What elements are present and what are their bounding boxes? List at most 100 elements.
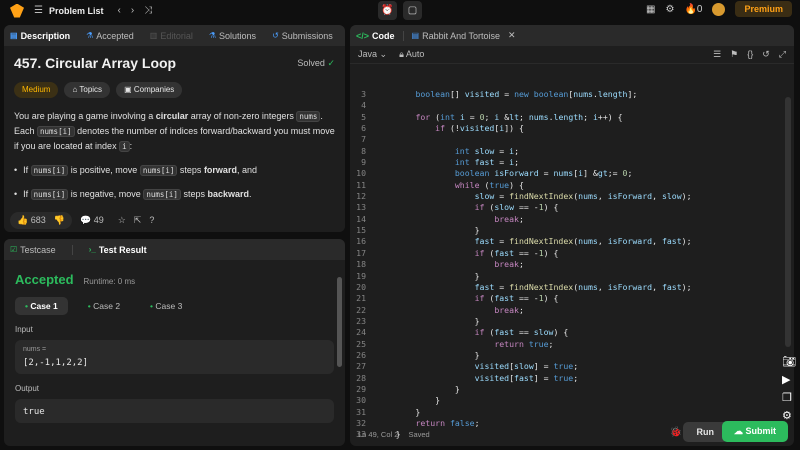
star-icon[interactable]: ☆ — [118, 215, 126, 226]
code-text[interactable]: fast = findNextIndex(nums, isForward, fa… — [376, 282, 692, 293]
code-line[interactable]: 26 } — [350, 350, 794, 361]
code-text[interactable]: boolean isForward = nums[i] &gt;= 0; — [376, 168, 633, 179]
share-icon[interactable]: ⇱ — [134, 215, 142, 226]
code-text[interactable]: break; — [376, 259, 524, 270]
code-text[interactable]: int slow = i; — [376, 146, 519, 157]
code-text[interactable]: } — [376, 271, 480, 282]
topics-chip[interactable]: ⌂ Topics — [64, 82, 111, 98]
code-line[interactable]: 16 fast = findNextIndex(nums, isForward,… — [350, 236, 794, 247]
shuffle-icon[interactable]: ⤨ — [144, 5, 152, 16]
code-line[interactable]: 27 visited[slow] = true; — [350, 361, 794, 372]
timer-button[interactable]: ⏰ — [378, 1, 397, 20]
code-line[interactable]: 18 break; — [350, 259, 794, 270]
like-button[interactable]: 👍 683 — [17, 215, 46, 226]
code-line[interactable]: 4 — [350, 100, 794, 111]
variable-value[interactable]: [2,-1,1,2,2] — [23, 358, 326, 368]
mode-toggle[interactable]: 🔒︎ Auto — [399, 49, 424, 60]
expand-icon[interactable]: ⤢ — [779, 49, 786, 60]
next-icon[interactable]: › — [131, 5, 134, 16]
tab-description[interactable]: ▤ Description — [10, 31, 70, 41]
streak[interactable]: 🔥0 — [684, 4, 702, 15]
code-line[interactable]: 9 int fast = i; — [350, 157, 794, 168]
code-text[interactable]: } — [376, 384, 460, 395]
code-line[interactable]: 10 boolean isForward = nums[i] &gt;= 0; — [350, 168, 794, 179]
tab-code[interactable]: </> Code — [356, 31, 395, 41]
code-line[interactable]: 7 — [350, 134, 794, 145]
tab-testcase[interactable]: ☑ Testcase — [10, 245, 56, 255]
code-text[interactable]: visited[fast] = true; — [376, 373, 579, 384]
code-text[interactable]: if (fast == slow) { — [376, 327, 569, 338]
code-line[interactable]: 22 break; — [350, 305, 794, 316]
braces-icon[interactable]: {} — [747, 49, 753, 60]
reset-icon[interactable]: ↺ — [762, 49, 770, 60]
code-text[interactable]: boolean[] visited = new boolean[nums.len… — [376, 89, 637, 100]
help-icon[interactable]: ? — [149, 215, 154, 225]
premium-button[interactable]: Premium — [735, 1, 792, 17]
code-line[interactable]: 20 fast = findNextIndex(nums, isForward,… — [350, 282, 794, 293]
code-line[interactable]: 8 int slow = i; — [350, 146, 794, 157]
output-value[interactable]: true — [23, 407, 326, 417]
tab-file[interactable]: ▤ Rabbit And Tortoise — [412, 31, 500, 41]
code-line[interactable]: 25 return true; — [350, 339, 794, 350]
case-tab-3[interactable]: • Case 3 — [140, 297, 192, 315]
close-icon[interactable]: ✕ — [508, 30, 516, 41]
code-line[interactable]: 28 visited[fast] = true; — [350, 373, 794, 384]
video-icon[interactable]: ▶ — [782, 373, 796, 386]
code-text[interactable]: if (fast == -1) { — [376, 248, 559, 259]
code-text[interactable]: } — [376, 225, 480, 236]
problem-title[interactable]: 457. Circular Array Loop — [14, 56, 176, 71]
copy-icon[interactable]: ❐ — [782, 391, 796, 404]
tab-solutions[interactable]: ⚗ Solutions — [209, 31, 256, 41]
code-text[interactable]: } — [376, 395, 440, 406]
tab-test-result[interactable]: ›_ Test Result — [89, 245, 147, 255]
code-line[interactable]: 6 if (!visited[i]) { — [350, 123, 794, 134]
code-text[interactable]: int fast = i; — [376, 157, 519, 168]
code-text[interactable]: for (int i = 0; i &lt; nums.length; i++)… — [376, 112, 622, 123]
code-line[interactable]: 23 } — [350, 316, 794, 327]
code-text[interactable]: if (!visited[i]) { — [376, 123, 524, 134]
tab-accepted[interactable]: ⚗ Accepted — [86, 31, 134, 41]
list-icon[interactable]: ☰ — [34, 5, 43, 16]
code-text[interactable]: break; — [376, 214, 524, 225]
code-line[interactable]: 11 while (true) { — [350, 180, 794, 191]
code-text[interactable]: return true; — [376, 339, 553, 350]
code-line[interactable]: 13 if (slow == -1) { — [350, 202, 794, 213]
comments-button[interactable]: 💬 49 — [80, 215, 104, 226]
problem-list-link[interactable]: Problem List — [49, 6, 104, 16]
code-text[interactable]: } — [376, 316, 480, 327]
code-text[interactable]: break; — [376, 305, 524, 316]
editor-scrollbar[interactable] — [785, 97, 791, 347]
logo-icon[interactable] — [10, 3, 24, 18]
bookmark-icon[interactable]: ⚑ — [730, 49, 738, 60]
code-line[interactable]: 3 boolean[] visited = new boolean[nums.l… — [350, 89, 794, 100]
code-editor[interactable]: 3 boolean[] visited = new boolean[nums.l… — [350, 89, 794, 441]
code-text[interactable]: slow = findNextIndex(nums, isForward, sl… — [376, 191, 692, 202]
code-line[interactable]: 15 } — [350, 225, 794, 236]
code-text[interactable]: if (fast == -1) { — [376, 293, 559, 304]
format-icon[interactable]: ☰ — [713, 49, 721, 60]
code-line[interactable]: 14 break; — [350, 214, 794, 225]
submit-button[interactable]: ☁ Submit — [721, 421, 788, 442]
code-line[interactable]: 24 if (fast == slow) { — [350, 327, 794, 338]
result-scrollbar[interactable] — [337, 277, 342, 367]
code-text[interactable]: fast = findNextIndex(nums, isForward, fa… — [376, 236, 692, 247]
code-line[interactable]: 5 for (int i = 0; i &lt; nums.length; i+… — [350, 112, 794, 123]
code-text[interactable]: visited[slow] = true; — [376, 361, 579, 372]
code-text[interactable]: while (true) { — [376, 180, 524, 191]
code-text[interactable]: } — [376, 350, 480, 361]
code-line[interactable]: 31 } — [350, 407, 794, 418]
code-line[interactable]: 21 if (fast == -1) { — [350, 293, 794, 304]
case-tab-1[interactable]: • Case 1 — [15, 297, 68, 315]
tab-submissions[interactable]: ↺ Submissions — [272, 31, 333, 41]
code-line[interactable]: 12 slow = findNextIndex(nums, isForward,… — [350, 191, 794, 202]
avatar[interactable] — [712, 2, 726, 16]
code-text[interactable]: if (slow == -1) { — [376, 202, 559, 213]
language-select[interactable]: Java ⌄ — [358, 49, 387, 60]
code-line[interactable]: 30 } — [350, 395, 794, 406]
notes-button[interactable]: ▢ — [403, 1, 422, 20]
companies-chip[interactable]: ▣ Companies — [116, 82, 183, 98]
camera-icon[interactable]: 📷︎ — [782, 355, 796, 368]
code-text[interactable]: } — [376, 407, 420, 418]
code-line[interactable]: 29 } — [350, 384, 794, 395]
case-tab-2[interactable]: • Case 2 — [78, 297, 130, 315]
